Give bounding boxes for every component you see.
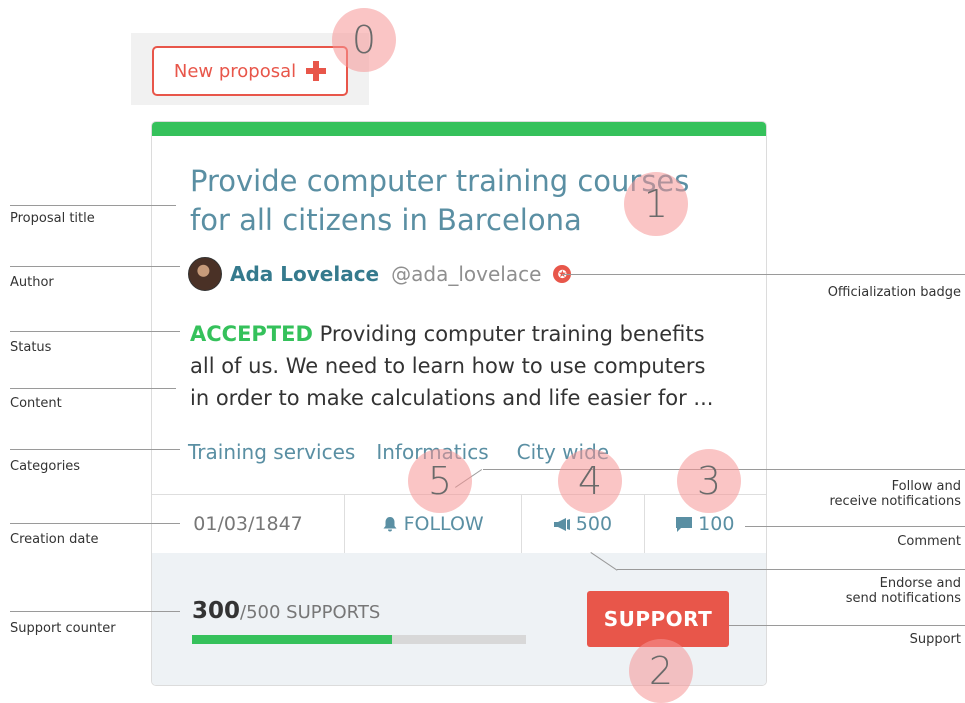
label-support-counter: Support counter [10,621,116,636]
author: Ada Lovelace @ada_lovelace ✪ [188,257,572,291]
leader-line [10,266,180,267]
marker-3: 3 [677,449,741,513]
leader-line [617,569,965,570]
content-line: all of us. We need to learn how to use c… [190,354,706,378]
leader-line [10,523,180,524]
label-comment: Comment [897,534,961,549]
marker-2: 2 [629,639,693,703]
marker-0: 0 [332,8,396,72]
follow-label: FOLLOW [403,513,484,535]
leader-line [10,331,180,332]
label-creation-date: Creation date [10,532,99,547]
creation-date: 01/03/1847 [152,495,346,553]
leader-line [745,526,965,527]
plus-icon [306,61,327,81]
new-proposal-label: New proposal [173,60,297,82]
support-progress-fill [192,635,393,644]
label-content: Content [10,396,62,411]
content-line: ACCEPTED Providing computer training ben… [190,318,730,350]
marker-5: 5 [408,449,472,513]
label-categories: Categories [10,459,81,474]
support-total: /500 SUPPORTS [240,602,381,623]
leader-line [10,205,176,206]
content-line: in order to make calculations and life e… [190,386,714,410]
content-text: Providing computer training benefits [319,322,705,346]
label-line: Follow and [891,479,961,494]
bell-icon [383,516,397,531]
label-endorse: Endorse and send notifications [846,576,961,606]
leader-line [562,274,965,275]
label-support: Support [909,632,961,647]
support-progress-bar [192,635,526,644]
label-follow: Follow and receive notifications [829,479,961,509]
avatar[interactable] [188,257,222,291]
author-name[interactable]: Ada Lovelace [230,262,379,286]
label-author: Author [10,275,54,290]
leader-line [10,388,176,389]
label-line: receive notifications [829,494,961,509]
status-bar [152,122,766,136]
label-proposal-title: Proposal title [10,211,95,226]
leader-line [10,449,180,450]
categories: Training services Informatics City wide [188,440,609,464]
label-line: send notifications [845,591,961,606]
new-proposal-button[interactable]: New proposal [152,46,348,96]
status-label: ACCEPTED [190,322,313,346]
support-count: 300 [192,598,241,624]
comment-icon [676,516,693,532]
proposal-body: ACCEPTED Providing computer training ben… [190,318,730,414]
comment-count: 100 [698,513,735,535]
support-counter: 300/500 SUPPORTS [192,598,380,624]
label-line: Endorse and [879,576,961,591]
label-status: Status [10,340,52,355]
marker-4: 4 [558,449,622,513]
category-link[interactable]: Training services [188,440,355,464]
megaphone-icon [553,517,570,531]
leader-line [729,625,965,626]
endorsement-count: 500 [575,513,613,535]
leader-line [10,611,180,612]
label-officialization: Officialization badge [827,285,961,300]
author-nickname: @ada_lovelace [391,262,542,286]
marker-1: 1 [624,172,688,236]
